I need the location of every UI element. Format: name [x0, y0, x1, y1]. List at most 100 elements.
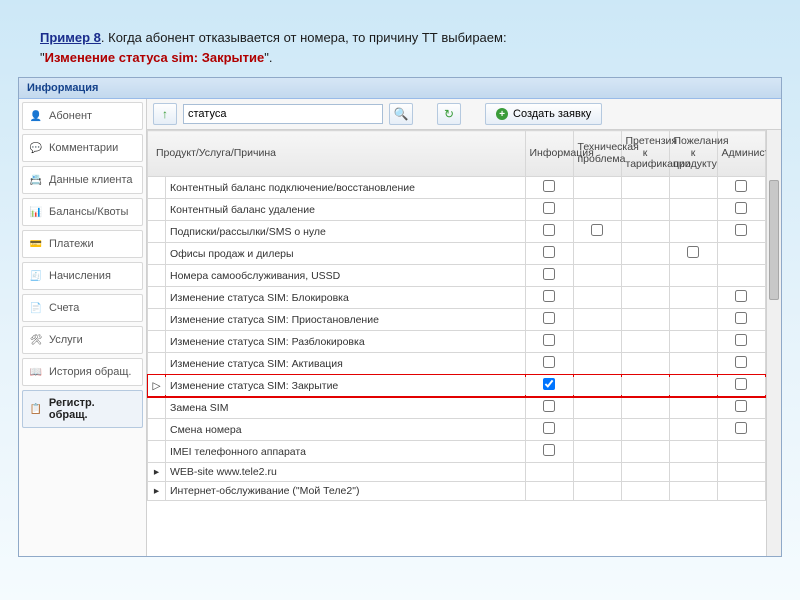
- table-row[interactable]: Контентный баланс удаление: [148, 199, 782, 221]
- reason-checkbox[interactable]: [543, 268, 555, 280]
- main-area: ↑ 🔍 ↻ + Создать заявку: [147, 99, 781, 556]
- col-product[interactable]: Продукт/Услуга/Причина: [148, 131, 526, 177]
- reason-checkbox[interactable]: [543, 180, 555, 192]
- table-row[interactable]: Замена SIM: [148, 397, 782, 419]
- reason-checkbox[interactable]: [735, 180, 747, 192]
- check-cell: [717, 309, 765, 331]
- reason-name: Подписки/рассылки/SMS о нуле: [166, 221, 526, 243]
- reason-name: Контентный баланс подключение/восстановл…: [166, 177, 526, 199]
- table-row[interactable]: Смена номера: [148, 419, 782, 441]
- reason-checkbox[interactable]: [735, 356, 747, 368]
- reason-checkbox[interactable]: [543, 246, 555, 258]
- search-icon: 🔍: [394, 107, 409, 121]
- check-cell: [573, 287, 621, 309]
- reason-name: IMEI телефонного аппарата: [166, 441, 526, 463]
- reason-name: Номера самообслуживания, USSD: [166, 265, 526, 287]
- check-cell: [621, 463, 669, 482]
- sidebar-item-comments[interactable]: 💬Комментарии: [22, 134, 143, 162]
- grid-scroll[interactable]: Продукт/Услуга/Причина Информация Технич…: [147, 130, 781, 556]
- expand-arrow-icon: [148, 243, 166, 265]
- sidebar-item-balances[interactable]: 📊Балансы/Квоты: [22, 198, 143, 226]
- reason-checkbox[interactable]: [543, 312, 555, 324]
- table-row[interactable]: Контентный баланс подключение/восстановл…: [148, 177, 782, 199]
- table-row[interactable]: Изменение статуса SIM: Приостановление: [148, 309, 782, 331]
- create-request-button[interactable]: + Создать заявку: [485, 103, 602, 125]
- reason-name: Офисы продаж и дилеры: [166, 243, 526, 265]
- expand-arrow-icon[interactable]: ▸: [148, 482, 166, 501]
- reason-name: Изменение статуса SIM: Закрытие: [166, 375, 526, 397]
- check-cell: [573, 177, 621, 199]
- reason-checkbox[interactable]: [543, 422, 555, 434]
- expand-arrow-icon: [148, 419, 166, 441]
- reason-checkbox[interactable]: [591, 224, 603, 236]
- table-row[interactable]: Номера самообслуживания, USSD: [148, 265, 782, 287]
- check-cell: [717, 265, 765, 287]
- check-cell: [621, 243, 669, 265]
- check-cell: [669, 353, 717, 375]
- reason-checkbox[interactable]: [543, 400, 555, 412]
- col-tech[interactable]: Техническая проблема: [573, 131, 621, 177]
- sidebar-item-history-icon: 📖: [29, 365, 43, 379]
- up-button[interactable]: ↑: [153, 103, 177, 125]
- info-panel: Информация 👤Абонент 💬Комментарии 📇Данные к…: [18, 77, 782, 557]
- sidebar-item-label: Данные клиента: [49, 174, 133, 186]
- reason-checkbox[interactable]: [735, 312, 747, 324]
- reason-checkbox[interactable]: [735, 334, 747, 346]
- sidebar-item-subscriber[interactable]: 👤Абонент: [22, 102, 143, 130]
- reason-checkbox[interactable]: [543, 378, 555, 390]
- reason-checkbox[interactable]: [543, 224, 555, 236]
- reason-checkbox[interactable]: [687, 246, 699, 258]
- vertical-scrollbar[interactable]: [766, 130, 781, 556]
- sidebar-item-services[interactable]: 🛠Услуги: [22, 326, 143, 354]
- table-row[interactable]: IMEI телефонного аппарата: [148, 441, 782, 463]
- sidebar-item-payments[interactable]: 💳Платежи: [22, 230, 143, 258]
- table-row[interactable]: ▸Интернет-обслуживание ("Мой Теле2"): [148, 482, 782, 501]
- check-cell: [525, 482, 573, 501]
- reason-checkbox[interactable]: [735, 422, 747, 434]
- sidebar-item-charges[interactable]: 🧾Начисления: [22, 262, 143, 290]
- col-tariff[interactable]: Претензия к тарификации: [621, 131, 669, 177]
- table-row[interactable]: ▸WEB-site www.tele2.ru: [148, 463, 782, 482]
- table-row[interactable]: Изменение статуса SIM: Разблокировка: [148, 331, 782, 353]
- table-row[interactable]: Изменение статуса SIM: Блокировка: [148, 287, 782, 309]
- table-row[interactable]: ▷Изменение статуса SIM: Закрытие: [148, 375, 782, 397]
- sidebar-item-client-data[interactable]: 📇Данные клиента: [22, 166, 143, 194]
- reason-checkbox[interactable]: [543, 444, 555, 456]
- intro-highlight: Изменение статуса sim: Закрытие: [45, 50, 265, 65]
- reason-checkbox[interactable]: [735, 290, 747, 302]
- reason-name: Изменение статуса SIM: Активация: [166, 353, 526, 375]
- search-input[interactable]: [183, 104, 383, 124]
- reason-checkbox[interactable]: [543, 356, 555, 368]
- refresh-button[interactable]: ↻: [437, 103, 461, 125]
- col-wish[interactable]: Пожелания к продукту: [669, 131, 717, 177]
- table-row[interactable]: Изменение статуса SIM: Активация: [148, 353, 782, 375]
- check-cell: [669, 287, 717, 309]
- table-row[interactable]: Подписки/рассылки/SMS о нуле: [148, 221, 782, 243]
- reason-checkbox[interactable]: [543, 202, 555, 214]
- sidebar-item-register-icon: 📋: [29, 402, 43, 416]
- reason-checkbox[interactable]: [543, 290, 555, 302]
- expand-arrow-icon[interactable]: ▷: [148, 375, 166, 397]
- sidebar-item-history[interactable]: 📖История обращ.: [22, 358, 143, 386]
- search-button[interactable]: 🔍: [389, 103, 413, 125]
- check-cell: [525, 331, 573, 353]
- reason-name: Смена номера: [166, 419, 526, 441]
- col-info[interactable]: Информация: [525, 131, 573, 177]
- expand-arrow-icon[interactable]: ▸: [148, 463, 166, 482]
- reason-checkbox[interactable]: [735, 378, 747, 390]
- sidebar-item-label: Регистр. обращ.: [49, 397, 136, 421]
- reason-checkbox[interactable]: [735, 224, 747, 236]
- reason-checkbox[interactable]: [543, 334, 555, 346]
- table-row[interactable]: Офисы продаж и дилеры: [148, 243, 782, 265]
- sidebar-item-charges-icon: 🧾: [29, 269, 43, 283]
- check-cell: [669, 221, 717, 243]
- reason-checkbox[interactable]: [735, 202, 747, 214]
- reason-name: Замена SIM: [166, 397, 526, 419]
- check-cell: [717, 353, 765, 375]
- sidebar-item-accounts[interactable]: 📄Счета: [22, 294, 143, 322]
- reason-checkbox[interactable]: [735, 400, 747, 412]
- sidebar-item-register[interactable]: 📋 Регистр. обращ.: [22, 390, 143, 428]
- check-cell: [717, 463, 765, 482]
- check-cell: [669, 309, 717, 331]
- scroll-thumb[interactable]: [769, 180, 779, 300]
